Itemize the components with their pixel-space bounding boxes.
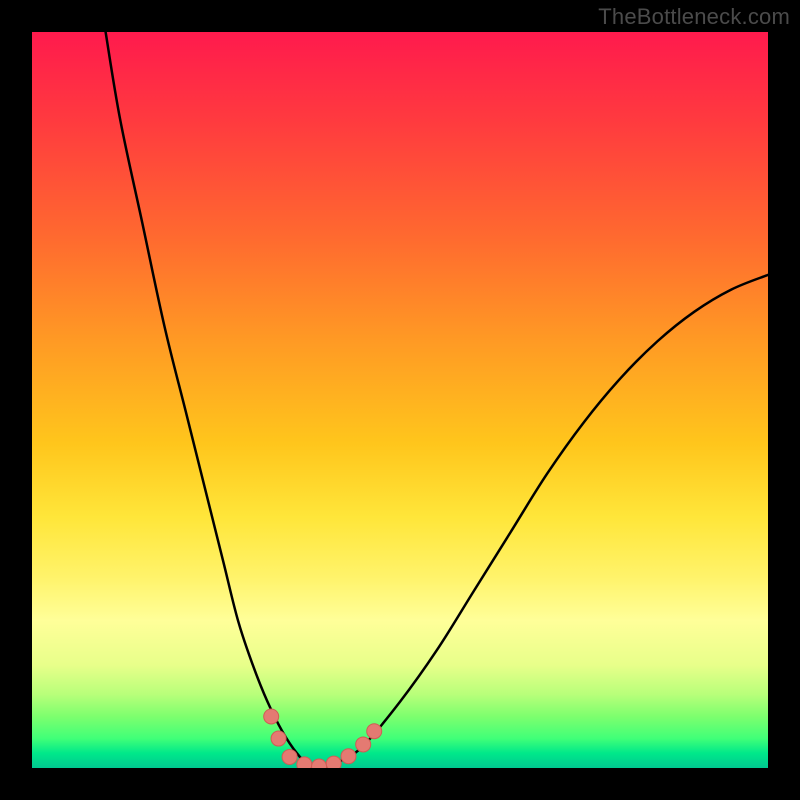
curve-marker <box>264 709 279 724</box>
curve-marker <box>341 749 356 764</box>
curve-marker <box>367 724 382 739</box>
curve-markers <box>264 709 382 768</box>
plot-area <box>32 32 768 768</box>
chart-frame: TheBottleneck.com <box>0 0 800 800</box>
curve-marker <box>282 749 297 764</box>
curve-marker <box>297 757 312 768</box>
curve-marker <box>271 731 286 746</box>
curve-marker <box>312 759 327 768</box>
watermark-text: TheBottleneck.com <box>598 4 790 30</box>
bottleneck-curve-svg <box>32 32 768 768</box>
curve-marker <box>326 756 341 768</box>
bottleneck-curve-line <box>106 32 768 768</box>
curve-marker <box>356 737 371 752</box>
